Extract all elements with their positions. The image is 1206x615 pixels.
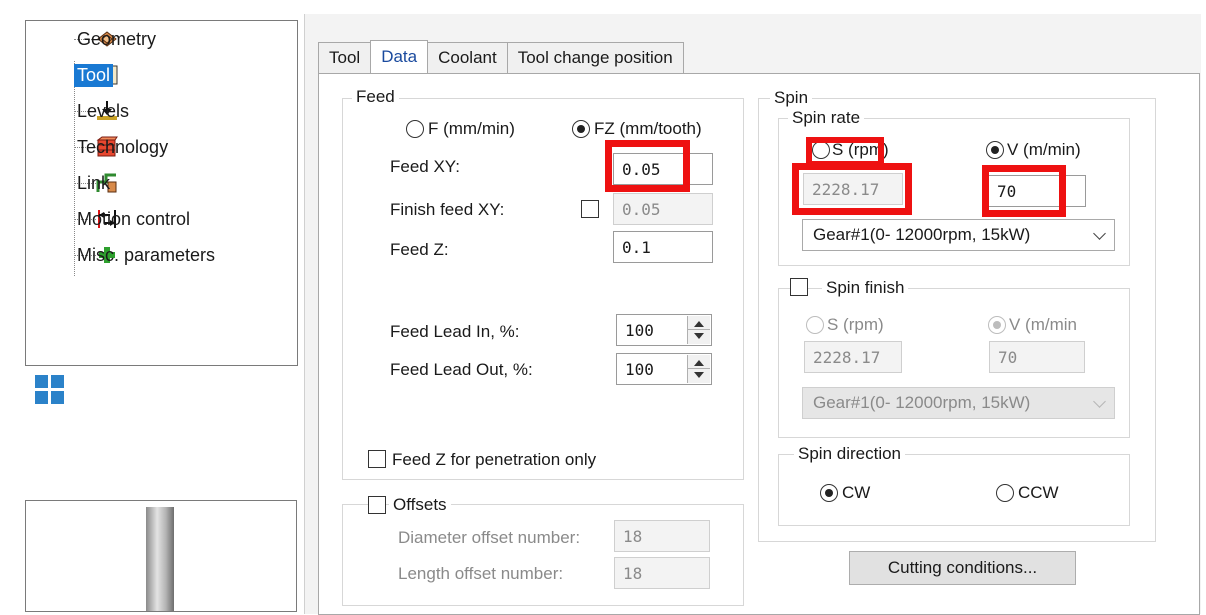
tab-data[interactable]: Data [370, 40, 429, 74]
gear-select-value: Gear#1(0- 12000rpm, 15kW) [813, 225, 1031, 244]
operation-tree: Geometry Tool Levels Technology Link Mot… [25, 20, 298, 366]
tree-item-misc-parameters[interactable]: Misc. parameters [74, 242, 215, 268]
tab-tool[interactable]: Tool [318, 42, 372, 73]
view-grid-icon[interactable] [35, 375, 65, 405]
tree-item-tool[interactable]: Tool [74, 62, 126, 88]
feed-group-title: Feed [352, 87, 399, 107]
feed-lead-in-spin-buttons[interactable] [687, 316, 710, 344]
feed-xy-highlight [605, 140, 690, 192]
tab-coolant[interactable]: Coolant [427, 42, 508, 73]
spin-ccw-label: CCW [1018, 483, 1059, 502]
spin-s-input-highlight [792, 163, 912, 215]
feed-z-penetration-checkbox[interactable] [368, 450, 386, 468]
chevron-down-icon [1093, 395, 1106, 408]
finish-feed-xy-label: Finish feed XY: [390, 200, 505, 219]
feed-xy-label: Feed XY: [390, 157, 460, 176]
spin-finish-v-label: V (m/min [1009, 315, 1077, 334]
chevron-down-icon [1093, 227, 1106, 240]
offsets-checkbox[interactable] [368, 496, 386, 514]
offsets-group-title: Offsets [389, 495, 451, 515]
feed-mode-fz-label: FZ (mm/tooth) [594, 119, 702, 138]
spin-finish-checkbox[interactable] [790, 278, 808, 296]
spin-finish-s-input: 2228.17 [804, 341, 902, 373]
feed-z-input[interactable]: 0.1 [613, 231, 713, 263]
gear-select[interactable]: Gear#1(0- 12000rpm, 15kW) [802, 219, 1115, 251]
spin-finish-s-label: S (rpm) [827, 315, 884, 334]
tree-item-link[interactable]: Link [74, 170, 126, 196]
spin-direction-title: Spin direction [794, 444, 906, 464]
feed-lead-out-stepper[interactable]: 100 [616, 353, 712, 385]
spin-rate-v-label: V (m/min) [1007, 140, 1081, 159]
diameter-offset-label: Diameter offset number: [398, 528, 581, 547]
feed-z-penetration-label: Feed Z for penetration only [392, 450, 597, 469]
finish-feed-xy-input: 0.05 [613, 193, 713, 225]
tree-item-geometry[interactable]: Geometry [74, 26, 156, 52]
spin-ccw-radio[interactable] [996, 484, 1014, 502]
spin-group-title: Spin [770, 88, 813, 108]
feed-mode-fz-radio[interactable] [572, 120, 590, 138]
feed-mode-f-radio[interactable] [406, 120, 424, 138]
feed-mode-f-label: F (mm/min) [428, 119, 515, 138]
spin-finish-gear-value: Gear#1(0- 12000rpm, 15kW) [813, 393, 1031, 412]
diameter-offset-input: 18 [614, 520, 710, 552]
tab-strip: Tool Data Coolant Tool change position [318, 40, 684, 74]
feed-lead-out-label: Feed Lead Out, %: [390, 360, 533, 379]
tab-tool-change-position[interactable]: Tool change position [506, 42, 684, 73]
tree-item-technology[interactable]: Technology [74, 134, 168, 160]
length-offset-input: 18 [614, 557, 710, 589]
cutting-conditions-button[interactable]: Cutting conditions... [849, 551, 1076, 585]
feed-lead-in-value: 100 [625, 320, 654, 340]
spin-finish-v-radio [988, 316, 1006, 334]
tool-preview [25, 500, 297, 612]
spin-finish-s-radio [806, 316, 824, 334]
spin-v-input-highlight [982, 165, 1066, 217]
tree-item-levels[interactable]: Levels [74, 98, 129, 124]
feed-lead-out-spin-buttons[interactable] [687, 355, 710, 383]
spin-cw-label: CW [842, 483, 871, 502]
feed-lead-in-stepper[interactable]: 100 [616, 314, 712, 346]
feed-lead-out-value: 100 [625, 359, 654, 379]
tool-shank-image [146, 507, 174, 611]
length-offset-label: Length offset number: [398, 564, 564, 583]
spin-finish-gear-select: Gear#1(0- 12000rpm, 15kW) [802, 387, 1115, 419]
feed-lead-in-label: Feed Lead In, %: [390, 322, 520, 341]
spin-cw-radio[interactable] [820, 484, 838, 502]
spin-rate-v-radio[interactable] [986, 141, 1004, 159]
spin-finish-v-input: 70 [989, 341, 1085, 373]
spin-finish-title: Spin finish [822, 278, 909, 298]
finish-feed-xy-checkbox[interactable] [581, 200, 599, 218]
tree-item-motion-control[interactable]: Motion control [74, 206, 190, 232]
spin-rate-title: Spin rate [788, 108, 865, 128]
feed-z-label: Feed Z: [390, 240, 449, 259]
